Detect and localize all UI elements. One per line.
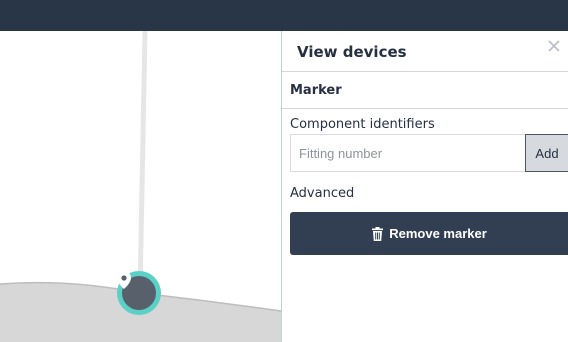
marker-section-header: Marker (282, 72, 568, 109)
advanced-label[interactable]: Advanced (290, 186, 354, 201)
map-view[interactable] (0, 31, 281, 342)
panel-title: View devices (297, 43, 407, 61)
location-pin-icon (117, 271, 131, 289)
marker-section-title: Marker (290, 83, 342, 98)
view-devices-panel: View devices Marker Component identifier… (281, 31, 568, 342)
panel-header: View devices (282, 31, 568, 72)
fitting-input-row: Add (290, 134, 568, 172)
close-icon[interactable] (546, 38, 562, 54)
fitting-number-input[interactable] (290, 134, 525, 172)
marker-icon-holder (117, 271, 156, 310)
map-marker[interactable] (117, 271, 161, 315)
remove-marker-label: Remove marker (389, 226, 487, 241)
map-road (137, 31, 148, 294)
top-bar (0, 0, 568, 31)
add-button[interactable]: Add (525, 134, 568, 172)
component-identifiers-label: Component identifiers (290, 117, 435, 132)
trash-icon (372, 226, 384, 241)
remove-marker-button[interactable]: Remove marker (290, 212, 568, 255)
